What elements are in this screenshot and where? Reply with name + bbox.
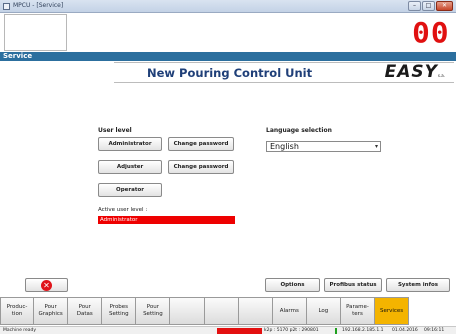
minimize-button[interactable]: –: [408, 1, 421, 11]
tab-empty-1[interactable]: [170, 297, 205, 325]
connection-indicator: [335, 328, 337, 334]
status-date: 01.04.2016: [392, 328, 418, 333]
close-window-button[interactable]: ✕: [436, 1, 453, 11]
tab-production[interactable]: Produc- tion: [0, 297, 35, 325]
exit-button[interactable]: ✕: [25, 278, 68, 292]
close-icon: ✕: [41, 280, 52, 291]
language-selection-label: Language selection: [266, 127, 332, 134]
active-user-level-label: Active user level :: [98, 207, 148, 213]
tab-alarms[interactable]: Alarms: [272, 297, 307, 325]
system-infos-button[interactable]: System infos: [386, 278, 450, 292]
chevron-down-icon: ▾: [374, 143, 378, 150]
user-level-label: User level: [98, 127, 132, 134]
change-password-adjuster-button[interactable]: Change password: [168, 160, 234, 174]
status-time: 09:16:11: [424, 328, 445, 333]
easy-logo-text: EASY: [384, 62, 438, 82]
language-value: English: [270, 142, 299, 151]
tab-log[interactable]: Log: [306, 297, 341, 325]
change-password-admin-button[interactable]: Change password: [168, 137, 234, 151]
status-bar: Machine ready k2p : 5170 p2t : 290801 19…: [0, 326, 456, 334]
easy-logo-suffix: s.a.: [437, 73, 445, 78]
tab-empty-3[interactable]: [238, 297, 273, 325]
window-title: MPCU - [Service]: [13, 2, 64, 9]
section-bar: Service: [0, 52, 456, 61]
options-button[interactable]: Options: [265, 278, 320, 292]
tab-parameters[interactable]: Parame- ters: [340, 297, 376, 325]
window-titlebar: MPCU - [Service] – □ ✕: [0, 0, 456, 13]
header-panel: New Pouring Control Unit EASYs.a.: [114, 62, 454, 83]
section-title: Service: [3, 52, 33, 60]
tab-probes-setting[interactable]: Probes Setting: [102, 297, 137, 325]
logo-placeholder: [4, 14, 67, 51]
tab-pour-datas[interactable]: Pour Datas: [68, 297, 103, 325]
language-select[interactable]: English ▾: [266, 141, 381, 152]
tab-services[interactable]: Services: [375, 297, 410, 325]
window-controls: – □ ✕: [408, 1, 453, 11]
status-counters: k2p : 5170 p2t : 290801: [264, 328, 319, 333]
bottom-tab-bar: Produc- tion Pour Graphics Pour Datas Pr…: [0, 297, 456, 325]
tab-pour-graphics[interactable]: Pour Graphics: [34, 297, 69, 325]
alarm-indicator: [217, 328, 262, 334]
active-user-level-value: Administrator: [98, 216, 235, 224]
tab-empty-2[interactable]: [204, 297, 239, 325]
operator-button[interactable]: Operator: [98, 183, 162, 197]
status-ip: 192.168.2.185.1.1: [342, 328, 384, 333]
tab-pour-setting[interactable]: Pour Setting: [136, 297, 171, 325]
status-text: Machine ready: [3, 328, 37, 333]
profibus-status-button[interactable]: Profibus status: [324, 278, 382, 292]
administrator-button[interactable]: Administrator: [98, 137, 162, 151]
segment-display: 00: [412, 16, 450, 49]
app-icon: [3, 3, 10, 10]
easy-logo: EASYs.a.: [385, 62, 445, 82]
page-title: New Pouring Control Unit: [147, 66, 313, 80]
adjuster-button[interactable]: Adjuster: [98, 160, 162, 174]
maximize-button[interactable]: □: [422, 1, 435, 11]
